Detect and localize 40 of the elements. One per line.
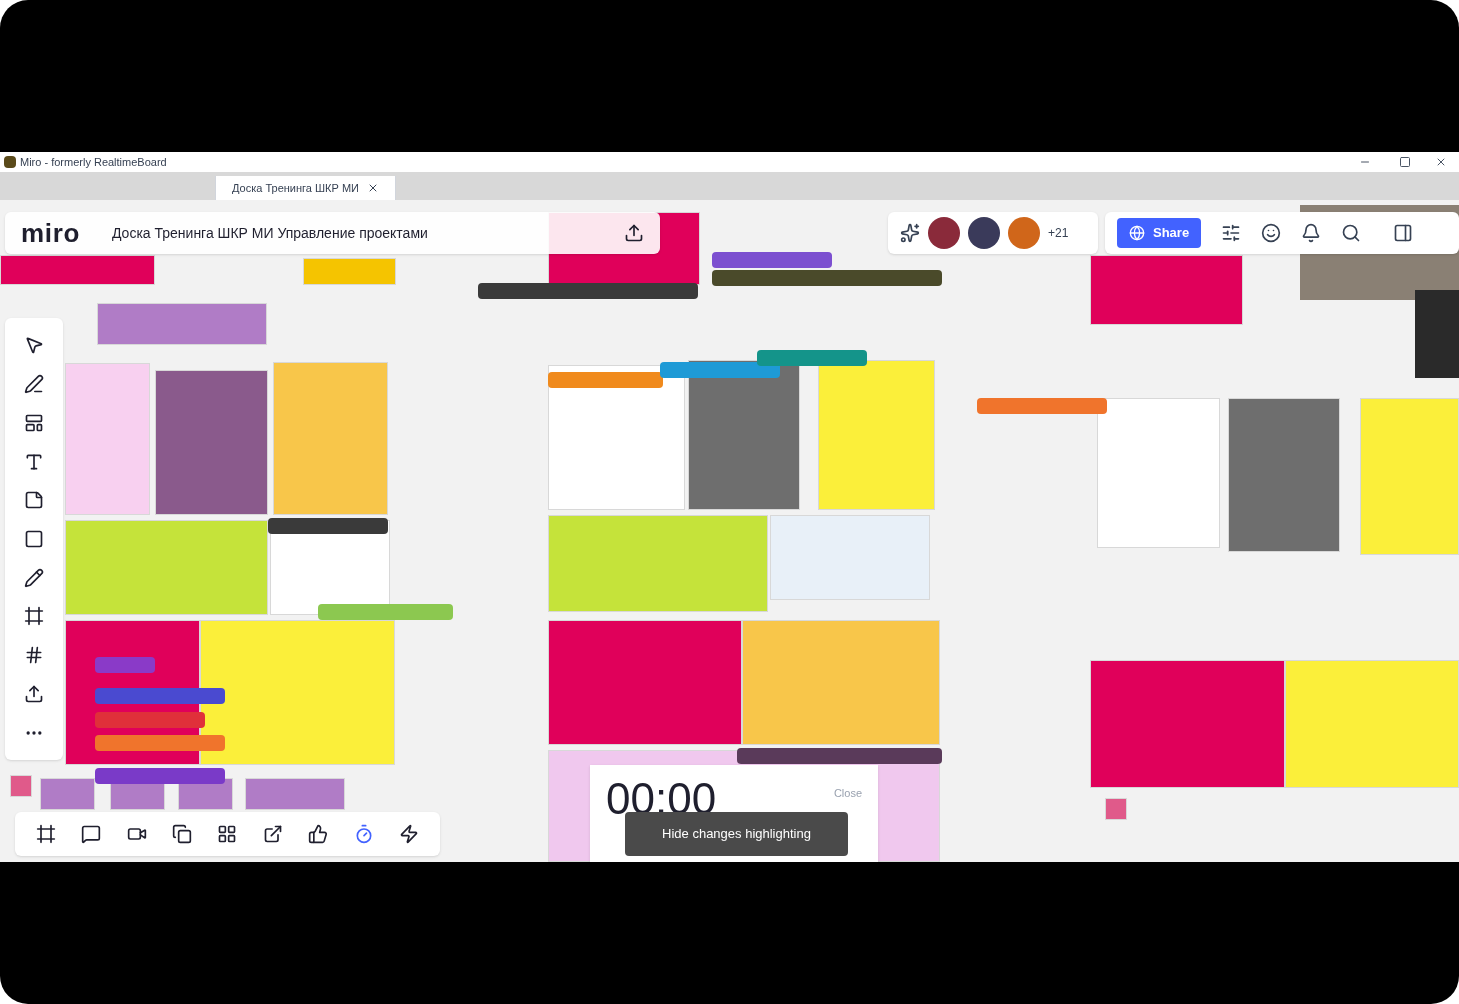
sticky-note [40, 778, 95, 810]
export-icon[interactable] [624, 223, 644, 243]
cursor-icon[interactable] [24, 335, 44, 356]
grid-icon[interactable] [24, 645, 44, 666]
reactions-icon[interactable] [900, 223, 920, 243]
template-icon[interactable] [24, 412, 44, 433]
pen-icon[interactable] [24, 374, 44, 395]
globe-icon [1129, 225, 1145, 241]
maximize-icon[interactable] [1399, 156, 1411, 168]
comment-icon[interactable] [81, 824, 102, 844]
sticky-note-icon[interactable] [24, 490, 44, 511]
cursor-name-tag [95, 657, 155, 673]
browser-tab[interactable]: Доска Тренинга ШКР МИ [215, 176, 396, 200]
search-icon[interactable] [1341, 223, 1362, 243]
external-link-icon[interactable] [262, 824, 283, 844]
frame-icon[interactable] [35, 824, 56, 844]
pencil-icon[interactable] [24, 567, 44, 588]
app-icon [4, 156, 16, 168]
grid-icon[interactable] [217, 824, 238, 844]
sticky-note [10, 775, 32, 797]
square-icon[interactable] [24, 528, 44, 549]
lightning-icon[interactable] [399, 824, 420, 844]
avatar[interactable] [928, 217, 960, 249]
board-title[interactable]: Доска Тренинга ШКР МИ Управление проектами [111, 222, 428, 244]
avatar[interactable] [968, 217, 1000, 249]
collaborator-count[interactable]: +21 [1048, 224, 1069, 242]
smiley-icon[interactable] [1261, 223, 1282, 243]
window-title: Miro - formerly RealtimeBoard [20, 154, 167, 170]
bell-icon[interactable] [1301, 223, 1322, 243]
frame-icon[interactable] [24, 606, 44, 627]
tooltip: Hide changes highlighting [625, 812, 848, 856]
share-button[interactable]: Share [1117, 218, 1202, 248]
close-icon[interactable] [1435, 156, 1447, 168]
sticky-note [1105, 798, 1127, 820]
panel-icon[interactable] [1393, 223, 1414, 243]
upload-icon[interactable] [24, 683, 44, 704]
sliders-icon[interactable] [1221, 223, 1242, 243]
cards-icon[interactable] [172, 824, 193, 844]
miro-logo[interactable]: miro [21, 213, 80, 253]
thumbs-up-icon[interactable] [308, 824, 329, 844]
